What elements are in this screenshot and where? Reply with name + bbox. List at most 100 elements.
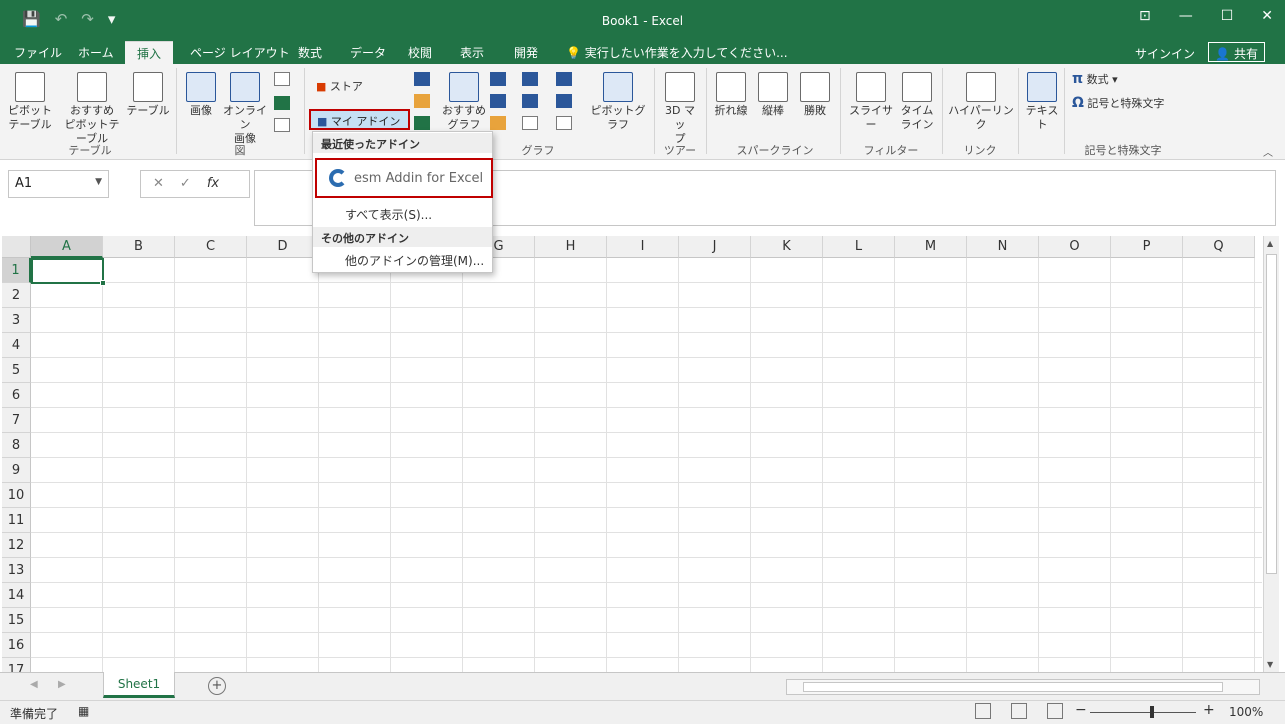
active-cell[interactable] — [31, 258, 106, 286]
insert-function-icon[interactable]: fx — [207, 176, 219, 197]
tell-me-box[interactable]: 💡 実行したい作業を入力してください... — [566, 44, 788, 61]
tab-data[interactable]: データ — [350, 44, 386, 61]
signin-link[interactable]: サインイン — [1135, 45, 1195, 62]
enter-icon[interactable]: ✓ — [180, 176, 191, 197]
pivot-table-button[interactable]: ピボット テーブル — [8, 72, 52, 132]
row-header[interactable]: 8 — [2, 433, 31, 458]
screenshot-icon[interactable] — [274, 118, 290, 132]
row-header[interactable]: 11 — [2, 508, 31, 533]
page-break-view-icon[interactable] — [1047, 703, 1063, 719]
macro-record-icon[interactable]: ▦ — [78, 704, 89, 718]
scroll-down-icon[interactable]: ▼ — [1267, 660, 1273, 669]
zoom-level[interactable]: 100% — [1229, 705, 1263, 719]
maximize-icon[interactable]: ☐ — [1221, 8, 1234, 24]
tab-page-layout[interactable]: ページ レイアウト — [190, 44, 290, 61]
sheet-nav-prev-icon[interactable]: ◀ — [30, 679, 38, 690]
timeline-button[interactable]: タイム ライン — [898, 72, 936, 132]
tab-file[interactable]: ファイル — [14, 44, 62, 61]
cell-area[interactable] — [31, 258, 1262, 672]
table-button[interactable]: テーブル — [126, 72, 170, 118]
vertical-scroll-thumb[interactable] — [1266, 254, 1277, 574]
column-header[interactable]: A — [31, 236, 103, 258]
vertical-scrollbar[interactable]: ▲ ▼ — [1263, 236, 1279, 672]
symbol-button[interactable]: Ω 記号と特殊文字 — [1072, 96, 1164, 111]
column-header[interactable]: P — [1111, 236, 1183, 258]
manage-other-addins[interactable]: 他のアドインの管理(M)... — [345, 252, 484, 269]
fill-handle[interactable] — [100, 280, 106, 286]
cancel-icon[interactable]: ✕ — [153, 176, 164, 197]
select-all-corner[interactable] — [2, 236, 31, 258]
column-header[interactable]: M — [895, 236, 967, 258]
share-button[interactable]: 👤 共有 — [1208, 42, 1265, 62]
zoom-in-icon[interactable]: + — [1203, 702, 1215, 718]
add-sheet-icon[interactable]: + — [208, 677, 226, 695]
row-header[interactable]: 16 — [2, 633, 31, 658]
sparkline-column-button[interactable]: 縦棒 — [756, 72, 790, 118]
sheet-tab[interactable]: Sheet1 — [103, 672, 175, 698]
people-graph-icon[interactable] — [414, 116, 430, 130]
esm-addin-item[interactable]: esm Addin for Excel — [315, 158, 493, 198]
tab-insert[interactable]: 挿入 — [125, 41, 174, 64]
zoom-slider[interactable] — [1090, 712, 1196, 713]
column-header[interactable]: K — [751, 236, 823, 258]
row-header[interactable]: 1 — [2, 258, 31, 283]
scroll-up-icon[interactable]: ▲ — [1267, 239, 1273, 248]
column-chart-icon[interactable] — [490, 72, 506, 86]
pivot-chart-button[interactable]: ピボットグラフ — [588, 72, 648, 132]
tab-review[interactable]: 校閲 — [408, 44, 432, 61]
recommended-charts-button[interactable]: おすすめ グラフ — [442, 72, 486, 132]
column-header[interactable]: L — [823, 236, 895, 258]
row-header[interactable]: 2 — [2, 283, 31, 308]
row-header[interactable]: 3 — [2, 308, 31, 333]
picture-button[interactable]: 画像 — [184, 72, 218, 118]
equation-button[interactable]: π 数式 ▾ — [1072, 72, 1118, 87]
tab-developer[interactable]: 開発 — [514, 44, 538, 61]
row-header[interactable]: 6 — [2, 383, 31, 408]
column-header[interactable]: J — [679, 236, 751, 258]
scatter-chart-icon[interactable] — [522, 116, 538, 130]
row-header[interactable]: 10 — [2, 483, 31, 508]
combo-chart-icon[interactable] — [556, 94, 572, 108]
name-box[interactable]: A1 ▼ — [8, 170, 109, 198]
radar-chart-icon[interactable] — [556, 116, 572, 130]
zoom-out-icon[interactable]: − — [1075, 702, 1087, 718]
row-header[interactable]: 5 — [2, 358, 31, 383]
column-header[interactable]: N — [967, 236, 1039, 258]
row-header[interactable]: 17 — [2, 658, 31, 672]
horizontal-scroll-thumb[interactable] — [803, 682, 1223, 692]
tab-view[interactable]: 表示 — [460, 44, 484, 61]
pie-chart-icon[interactable] — [490, 116, 506, 130]
sheet-nav-next-icon[interactable]: ▶ — [58, 679, 66, 690]
visio-icon[interactable] — [414, 72, 430, 86]
slicer-button[interactable]: スライサー — [846, 72, 896, 132]
page-layout-view-icon[interactable] — [1011, 703, 1027, 719]
sparkline-winloss-button[interactable]: 勝敗 — [798, 72, 832, 118]
shapes-icon[interactable] — [274, 72, 290, 86]
tab-home[interactable]: ホーム — [78, 44, 114, 61]
smartart-icon[interactable] — [274, 96, 290, 110]
tab-formulas[interactable]: 数式 — [298, 44, 322, 61]
row-header[interactable]: 7 — [2, 408, 31, 433]
show-all-addins[interactable]: すべて表示(S)... — [345, 206, 432, 223]
hierarchy-chart-icon[interactable] — [522, 72, 538, 86]
column-header[interactable]: C — [175, 236, 247, 258]
horizontal-scrollbar[interactable] — [786, 679, 1260, 695]
line-chart-icon[interactable] — [490, 94, 506, 108]
column-header[interactable]: H — [535, 236, 607, 258]
store-button[interactable]: ■ ストア — [316, 80, 376, 94]
column-header[interactable]: O — [1039, 236, 1111, 258]
row-header[interactable]: 14 — [2, 583, 31, 608]
minimize-icon[interactable]: — — [1179, 8, 1193, 24]
bing-icon[interactable] — [414, 94, 430, 108]
column-header[interactable]: B — [103, 236, 175, 258]
zoom-slider-thumb[interactable] — [1150, 706, 1154, 718]
statistic-chart-icon[interactable] — [522, 94, 538, 108]
close-icon[interactable]: ✕ — [1261, 8, 1273, 24]
collapse-ribbon-icon[interactable]: ︿ — [1263, 144, 1273, 159]
text-button[interactable]: テキスト — [1022, 72, 1062, 132]
row-header[interactable]: 13 — [2, 558, 31, 583]
hyperlink-button[interactable]: ハイパーリンク — [948, 72, 1014, 132]
waterfall-chart-icon[interactable] — [556, 72, 572, 86]
my-addins-button[interactable]: ■ マイ アドイン ▾ — [309, 109, 410, 142]
recommended-pivot-button[interactable]: おすすめ ピボットテーブル — [60, 72, 124, 146]
